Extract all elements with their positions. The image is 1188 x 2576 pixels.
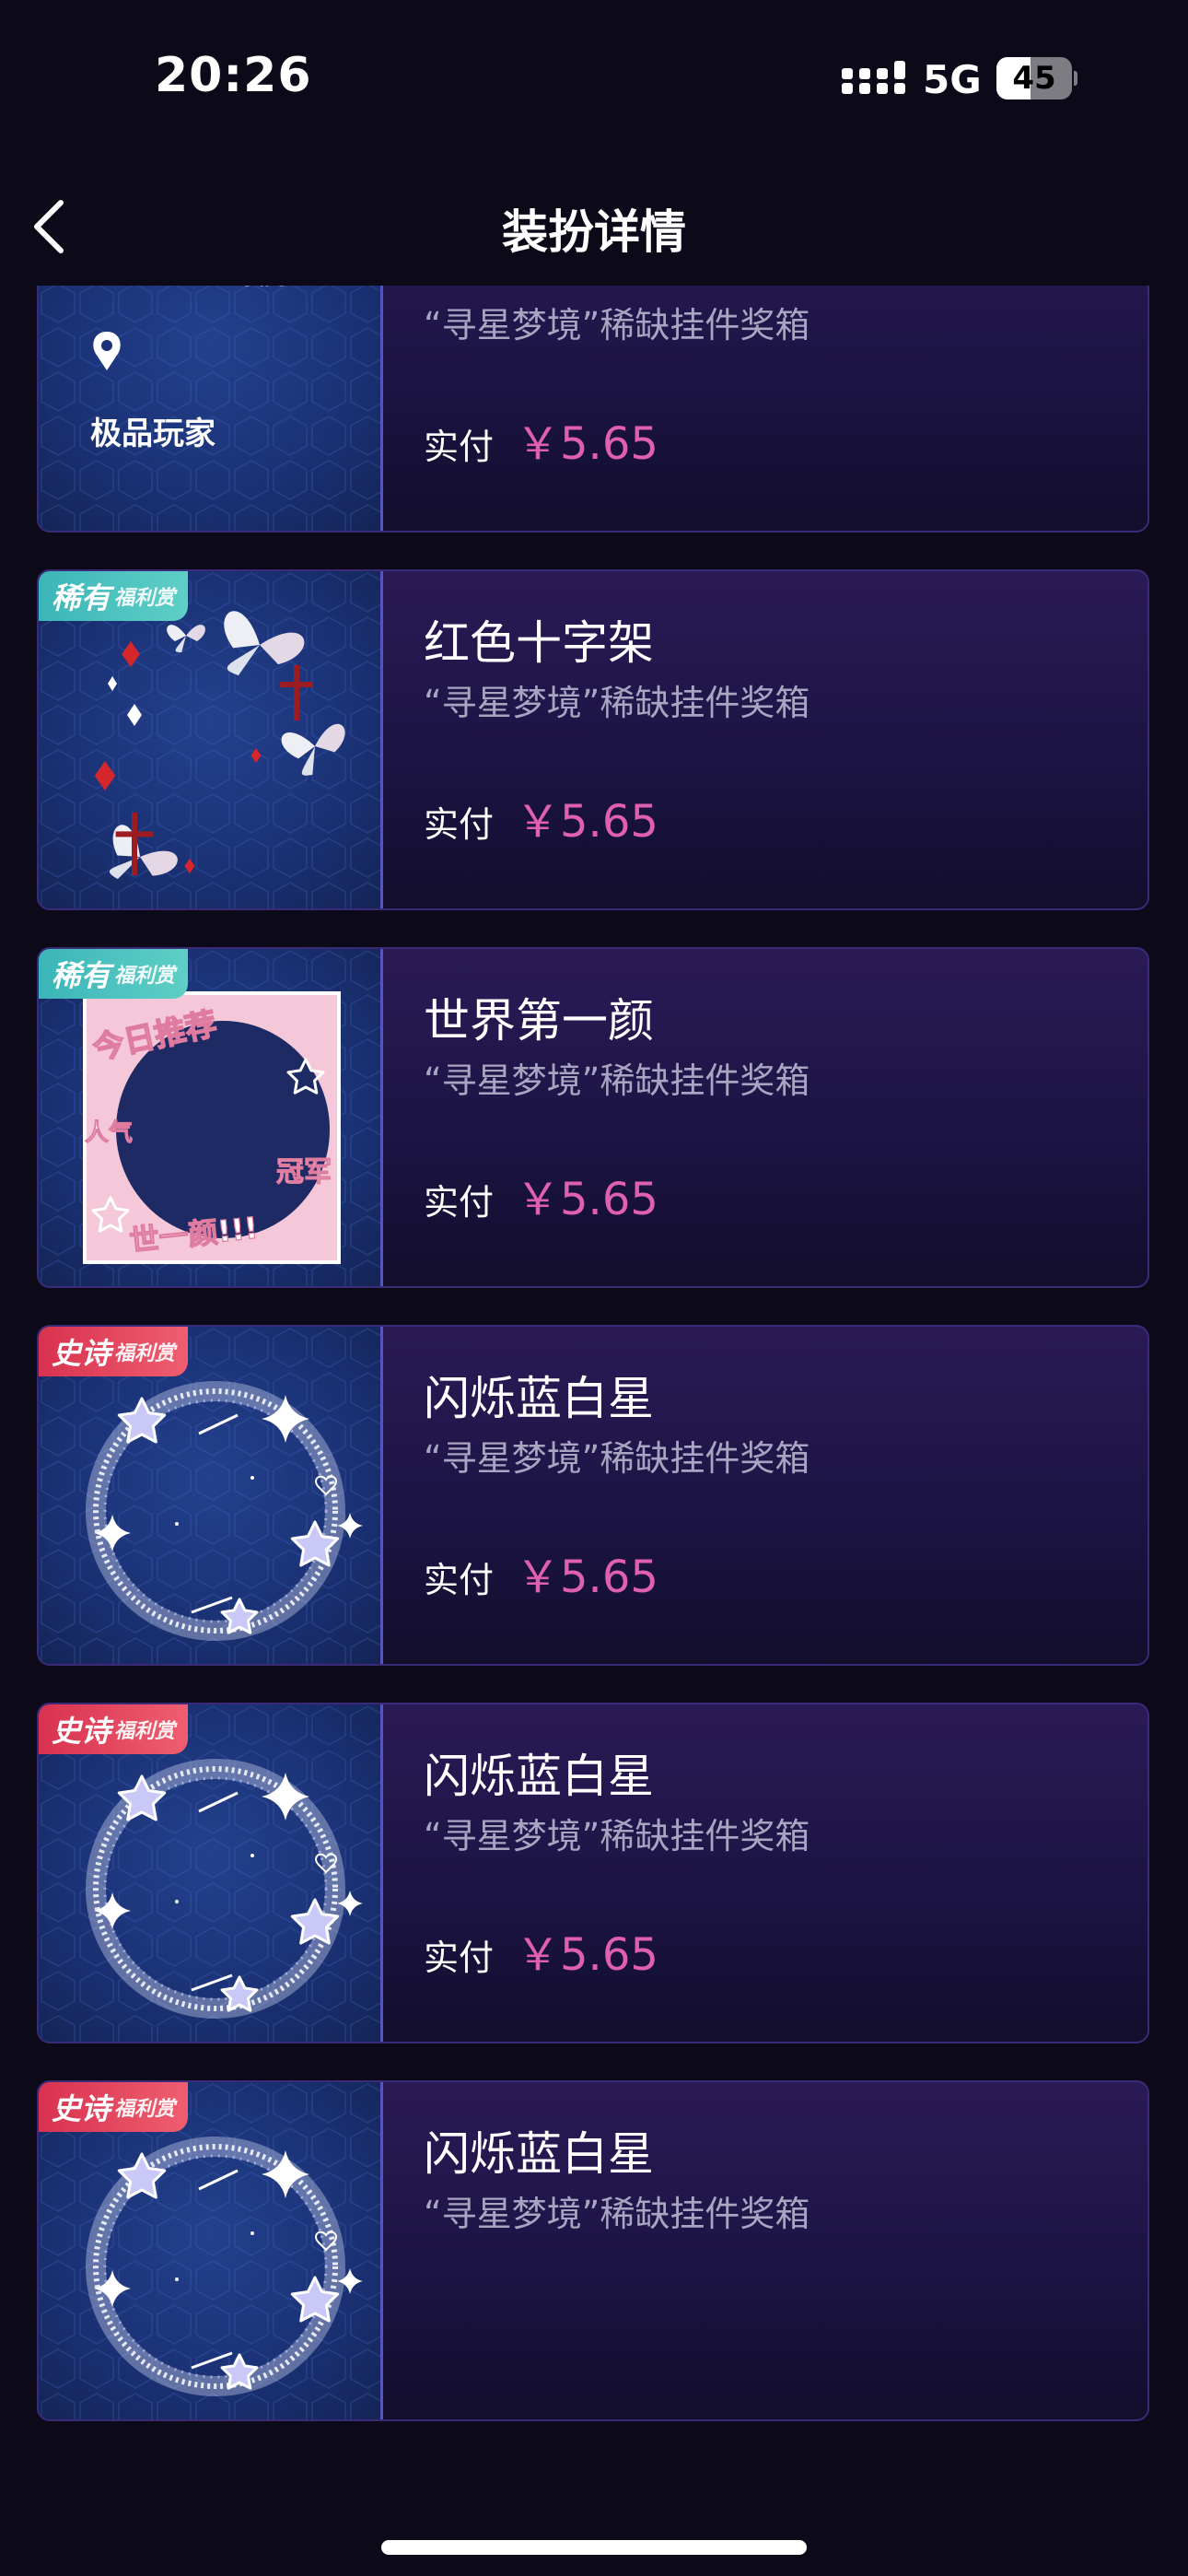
light-streak [191,1973,233,1992]
status-bar: 20:26 5G 45 [0,0,1188,166]
item-card-6[interactable]: 史诗 福利赏 闪烁蓝白星 “寻星梦境”稀缺挂件奖箱 [37,2080,1149,2421]
light-streak [198,1791,239,1813]
item-thumbnail: 史诗 福利赏 [39,1327,383,1664]
light-streak [198,1413,239,1435]
item-name: 红色十字架 [424,616,654,670]
item-thumbnail: 今日推荐 人气 冠军 世一颜!!! 稀有 福利赏 [39,949,383,1286]
tag-sub-text: 福利赏 [114,1720,176,1743]
item-name: 闪烁蓝白星 [424,1372,654,1425]
champion-text: 冠军 [276,1156,332,1188]
item-card-3[interactable]: 今日推荐 人气 冠军 世一颜!!! 稀有 福利赏 世界第一颜 “寻星梦境”稀缺挂件奖箱 … [37,947,1149,1288]
epic-tag-badge: 史诗 福利赏 [39,1327,189,1376]
tag-sub-text: 福利赏 [114,2098,176,2121]
battery-icon: 45 [996,57,1077,100]
sparkle-dot [250,2231,254,2235]
red-diamond-icon [184,859,195,873]
red-cross-icon [280,665,313,720]
item-name: 闪烁蓝白星 [424,2127,654,2181]
light-streak [198,2169,239,2191]
tag-main-text: 稀有 [52,958,111,993]
item-card-2[interactable]: 稀有 福利赏 红色十字架 “寻星梦境”稀缺挂件奖箱 实付 ￥5.65 [37,569,1149,910]
price-value: ￥5.65 [516,1174,658,1225]
price-row: 实付 ￥5.65 [424,407,658,472]
item-card-4[interactable]: 史诗 福利赏 闪烁蓝白星 “寻星梦境”稀缺挂件奖箱 实付 ￥5.65 [37,1325,1149,1666]
item-description: “寻星梦境”稀缺挂件奖箱 [424,2194,810,2234]
item-description: “寻星梦境”稀缺挂件奖箱 [424,683,810,723]
network-type-label: 5G [923,57,982,102]
status-time: 20:26 [155,48,312,103]
tag-sub-text: 福利赏 [114,1342,176,1365]
item-description: “寻星梦境”稀缺挂件奖箱 [424,1060,810,1101]
page-title: 装扮详情 [502,205,686,259]
red-diamond-icon [122,641,140,667]
epic-tag-badge: 史诗 福利赏 [39,2082,189,2132]
price-label: 实付 [424,427,495,467]
home-indicator[interactable] [381,2540,807,2555]
price-row: 实付 ￥5.65 [424,1163,658,1227]
price-row: 实付 ￥5.65 [424,785,658,849]
sparkle-dot [175,1522,179,1526]
avatar-frame-art [86,2137,363,2396]
rare-tag-badge: 稀有 福利赏 [39,949,189,999]
white-diamond-icon [127,704,142,726]
avatar-frame-art [94,611,345,880]
item-list-viewport[interactable]: 【地球online】=ᗜωᗜ=极品玩家 极品玩家 “寻星梦境”稀缺挂件奖箱 实付… [0,286,1188,2515]
tag-sub-text: 福利赏 [114,587,176,610]
item-thumbnail: 史诗 福利赏 [39,1704,383,2042]
avatar-frame-art: 今日推荐人气冠军世一颜!!! [83,991,341,1264]
rare-tag-badge: 稀有 福利赏 [39,571,189,621]
item-card-5[interactable]: 史诗 福利赏 闪烁蓝白星 “寻星梦境”稀缺挂件奖箱 实付 ￥5.65 [37,1703,1149,2043]
sparkle-dot [250,1476,254,1480]
item-list: 【地球online】=ᗜωᗜ=极品玩家 极品玩家 “寻星梦境”稀缺挂件奖箱 实付… [37,286,1149,2458]
light-streak [191,1596,233,1614]
price-row: 实付 ￥5.65 [424,1918,658,1983]
item-description: “寻星梦境”稀缺挂件奖箱 [424,1438,810,1479]
red-diamond-icon [94,761,116,790]
signal-strength-icon [842,61,905,94]
price-label: 实付 [424,804,495,845]
sparkle-dot [250,1854,254,1857]
item-name: 闪烁蓝白星 [424,1750,654,1803]
tag-main-text: 史诗 [52,2091,111,2126]
price-value: ￥5.65 [516,418,658,470]
price-row: 实付 ￥5.65 [424,1540,658,1605]
item-description: “寻星梦境”稀缺挂件奖箱 [424,305,810,345]
butterfly-icon [281,723,345,776]
avatar-frame-art [86,1759,363,2019]
item-thumbnail: 史诗 福利赏 [39,2082,383,2419]
top-player-text: 极品玩家 [90,416,215,452]
butterfly-icon [167,625,205,652]
price-label: 实付 [424,1938,495,1978]
sparkle-dot [175,1900,179,1903]
item-card-1[interactable]: 【地球online】=ᗜωᗜ=极品玩家 极品玩家 “寻星梦境”稀缺挂件奖箱 实付… [37,286,1149,533]
tag-main-text: 史诗 [52,1714,111,1749]
price-label: 实付 [424,1182,495,1223]
face-emoticon-text: =ᗜωᗜ= [223,286,306,292]
red-diamond-icon [250,748,262,763]
item-name: 世界第一颜 [424,994,654,1048]
white-diamond-icon [108,676,117,691]
item-name: 极品玩家 [424,286,608,295]
tag-main-text: 稀有 [52,580,111,615]
avatar-frame-art: 【地球online】=ᗜωᗜ=极品玩家 [90,286,306,452]
price-label: 实付 [424,1560,495,1600]
tag-sub-text: 福利赏 [114,965,176,988]
price-value: ￥5.65 [516,796,658,848]
nav-bar: 装扮详情 [0,166,1188,286]
item-description: “寻星梦境”稀缺挂件奖箱 [424,1816,810,1856]
location-pin-icon [93,332,121,370]
sparkle-dot [175,2277,179,2281]
price-value: ￥5.65 [516,1551,658,1603]
battery-level: 45 [1012,60,1056,97]
avatar-frame-art [86,1381,363,1641]
popular-text: 人气 [85,1118,133,1147]
tag-main-text: 史诗 [52,1336,111,1371]
price-value: ￥5.65 [516,1929,658,1981]
item-thumbnail: 【地球online】 =ᗜωᗜ= 极品玩家 [39,286,383,531]
light-streak [191,2351,233,2370]
item-thumbnail: 稀有 福利赏 [39,571,383,908]
epic-tag-badge: 史诗 福利赏 [39,1704,189,1754]
butterfly-icon [224,611,305,676]
